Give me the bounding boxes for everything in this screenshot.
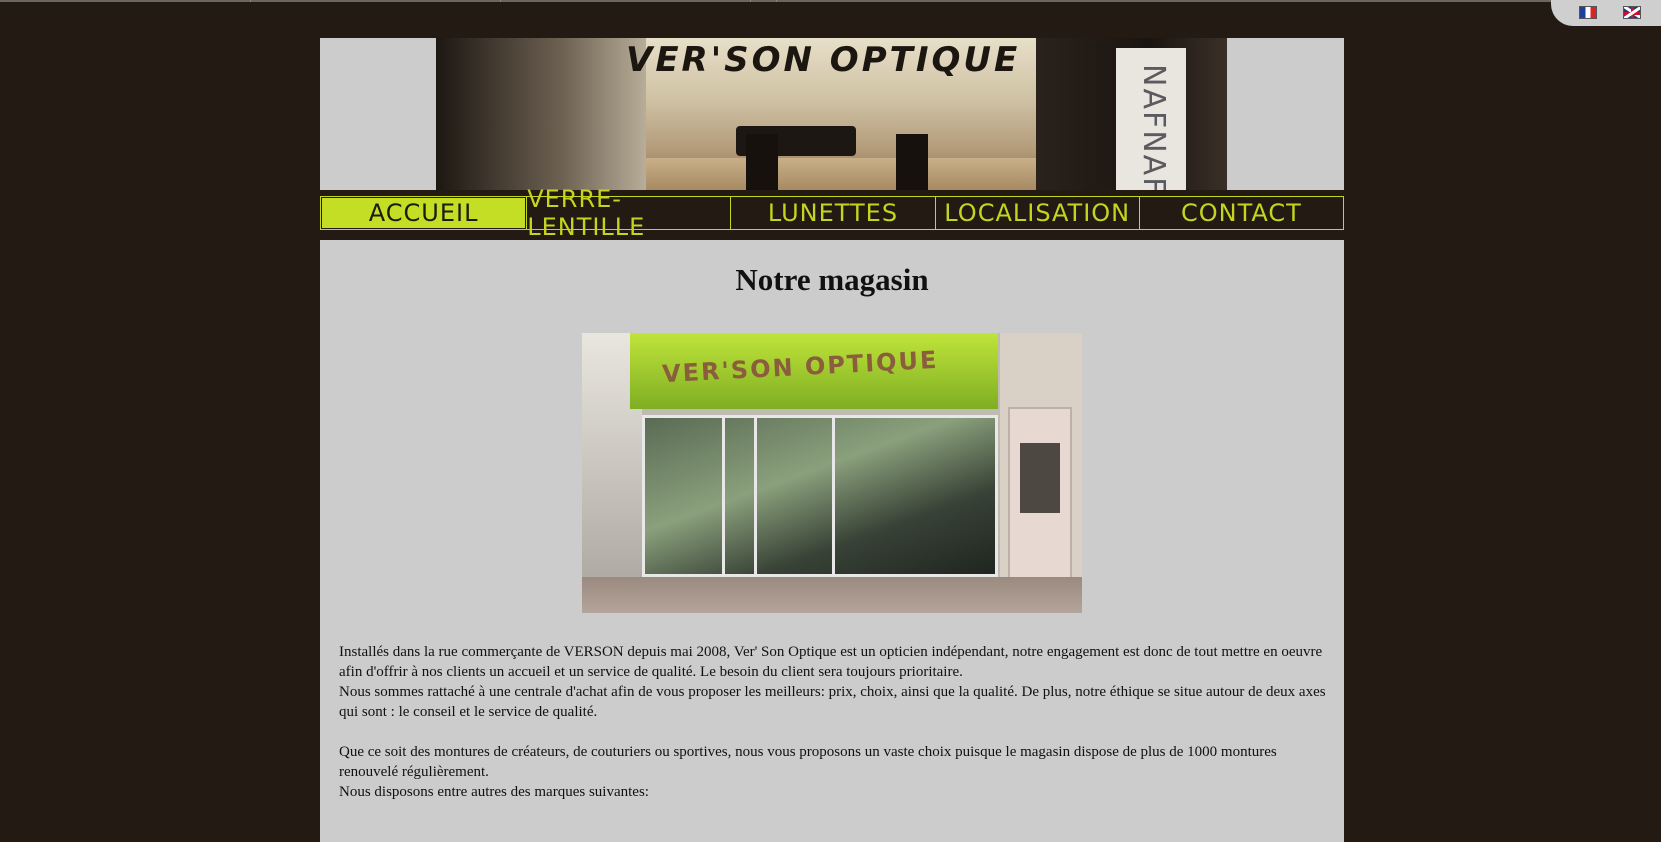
top-border — [0, 0, 1661, 2]
nav-lunettes[interactable]: LUNETTES — [730, 197, 934, 229]
paragraph-marques: Nous disposons entre autres des marques … — [339, 784, 649, 800]
banner-brand-text: NAFNAF — [1136, 64, 1171, 190]
french-flag-icon[interactable] — [1579, 6, 1597, 19]
store-description: Installés dans la rue commerçante de VER… — [339, 642, 1329, 802]
banner-image: VER'SON OPTIQUE NAFNAF — [436, 38, 1227, 190]
nav-localisation[interactable]: LOCALISATION — [934, 197, 1139, 229]
nav-verre-lentille[interactable]: VERRE-LENTILLE — [526, 185, 730, 241]
paragraph-central-achat: Nous sommes rattaché à une centrale d'ac… — [339, 684, 1326, 720]
nav-accueil[interactable]: ACCUEIL — [322, 198, 526, 228]
paragraph-montures: Que ce soit des montures de créateurs, d… — [339, 744, 1277, 780]
language-switcher — [1551, 0, 1661, 26]
banner-title: VER'SON OPTIQUE — [626, 40, 1021, 80]
nav-contact[interactable]: CONTACT — [1138, 197, 1343, 229]
page-title: Notre magasin — [735, 262, 929, 297]
storefront-photo: VER'SON OPTIQUE — [582, 333, 1082, 613]
english-flag-icon[interactable] — [1623, 6, 1641, 19]
header: VER'SON OPTIQUE NAFNAF — [320, 38, 1344, 190]
main-nav: ACCUEIL VERRE-LENTILLE LUNETTES LOCALISA… — [320, 185, 1344, 241]
paragraph-intro: Installés dans la rue commerçante de VER… — [339, 644, 1323, 680]
main-content: Notre magasin VER'SON OPTIQUE Installés … — [320, 240, 1344, 842]
